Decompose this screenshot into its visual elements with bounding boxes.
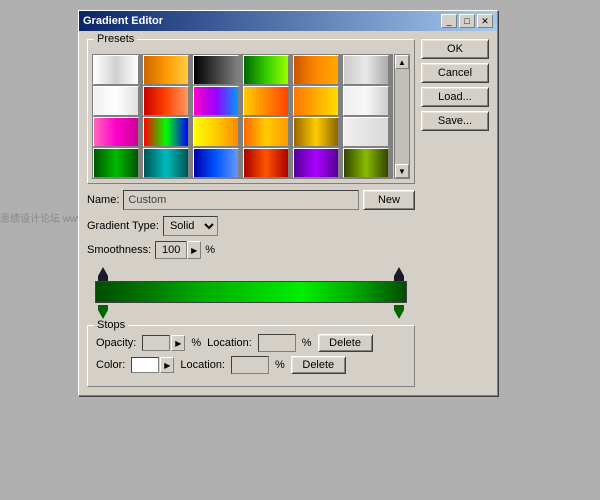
opacity-location-label: Location: [207,337,252,349]
left-panel: Presets [87,39,415,387]
gradient-type-select[interactable]: Solid Noise [163,216,218,236]
preset-swatch[interactable] [243,86,289,116]
preset-swatch[interactable] [193,148,239,178]
color-location-input[interactable] [231,356,269,374]
preset-swatch[interactable] [243,55,289,85]
name-label: Name: [87,194,119,206]
preset-swatch[interactable] [143,148,189,178]
load-button[interactable]: Load... [421,87,489,107]
gradient-editor-dialog: Gradient Editor _ □ ✕ Presets [78,10,498,396]
close-button[interactable]: ✕ [477,14,493,28]
preset-swatch[interactable] [293,86,339,116]
preset-swatch[interactable] [293,117,339,147]
preset-swatch[interactable] [343,117,389,147]
presets-label: Presets [94,33,137,45]
color-delete-button[interactable]: Delete [291,356,346,374]
preset-swatch[interactable] [93,55,139,85]
preset-swatch[interactable] [293,55,339,85]
opacity-stop-left[interactable] [97,267,109,279]
opacity-swatch[interactable] [142,335,170,351]
opacity-stop-right[interactable] [393,267,405,279]
smoothness-arrow[interactable]: ▶ [187,241,201,259]
preset-swatch[interactable] [93,148,139,178]
gradient-bar[interactable] [95,281,407,303]
save-button[interactable]: Save... [421,111,489,131]
color-location-label: Location: [180,359,225,371]
preset-swatch[interactable] [243,148,289,178]
preset-swatch[interactable] [193,86,239,116]
new-button[interactable]: New [363,190,415,210]
presets-container: ▲ ▼ [92,54,410,179]
dialog-content: Presets [79,31,497,395]
preset-swatch[interactable] [93,117,139,147]
color-location-unit: % [275,359,285,371]
ok-button[interactable]: OK [421,39,489,59]
gradient-type-label: Gradient Type: [87,220,159,232]
opacity-delete-button[interactable]: Delete [318,334,373,352]
scroll-down-arrow[interactable]: ▼ [395,164,409,178]
preset-swatch[interactable] [93,86,139,116]
opacity-unit: % [191,337,201,349]
presets-group: Presets [87,39,415,184]
stops-group: Stops Opacity: ▶ % Location: % Delete [87,325,415,387]
color-label: Color: [96,359,125,371]
title-bar: Gradient Editor _ □ ✕ [79,11,497,31]
smoothness-stepper: ▶ [155,241,201,259]
maximize-button[interactable]: □ [459,14,475,28]
opacity-location-input[interactable] [258,334,296,352]
title-bar-controls: _ □ ✕ [441,14,493,28]
opacity-row: Opacity: ▶ % Location: % Delete [96,334,406,352]
preset-swatch[interactable] [293,148,339,178]
presets-scrollbar: ▲ ▼ [394,54,410,179]
preset-swatch[interactable] [343,86,389,116]
smoothness-input[interactable] [155,241,187,259]
dialog-title: Gradient Editor [83,15,163,27]
preset-swatch[interactable] [343,148,389,178]
desktop: 思绩设计论坛 www.missdesign.com Gradient Edito… [0,0,600,500]
color-stop-right[interactable] [393,305,405,317]
cancel-button[interactable]: Cancel [421,63,489,83]
opacity-label: Opacity: [96,337,136,349]
name-input[interactable] [123,190,359,210]
preset-swatch[interactable] [243,117,289,147]
gradient-type-row: Gradient Type: Solid Noise [87,216,415,236]
smoothness-row: Smoothness: ▶ % [87,241,415,259]
opacity-location-unit: % [302,337,312,349]
preset-swatch[interactable] [143,55,189,85]
preset-swatch[interactable] [143,86,189,116]
gradient-bar-container [87,267,415,317]
smoothness-label: Smoothness: [87,244,151,256]
presets-grid [92,54,393,179]
scroll-up-arrow[interactable]: ▲ [395,55,409,69]
preset-swatch[interactable] [343,55,389,85]
minimize-button[interactable]: _ [441,14,457,28]
color-swatch-display[interactable] [131,357,159,373]
opacity-swatch-arrow[interactable]: ▶ [171,335,185,351]
color-swatch-arrow[interactable]: ▶ [160,357,174,373]
color-row: Color: ▶ Location: % Delete [96,356,406,374]
smoothness-unit: % [205,244,215,256]
stops-label: Stops [94,319,128,331]
right-panel: OK Cancel Load... Save... [421,39,489,387]
name-row: Name: New [87,190,415,210]
preset-swatch[interactable] [193,55,239,85]
scroll-track[interactable] [395,69,409,164]
preset-swatch[interactable] [193,117,239,147]
preset-swatch[interactable] [143,117,189,147]
color-stop-left[interactable] [97,305,109,317]
